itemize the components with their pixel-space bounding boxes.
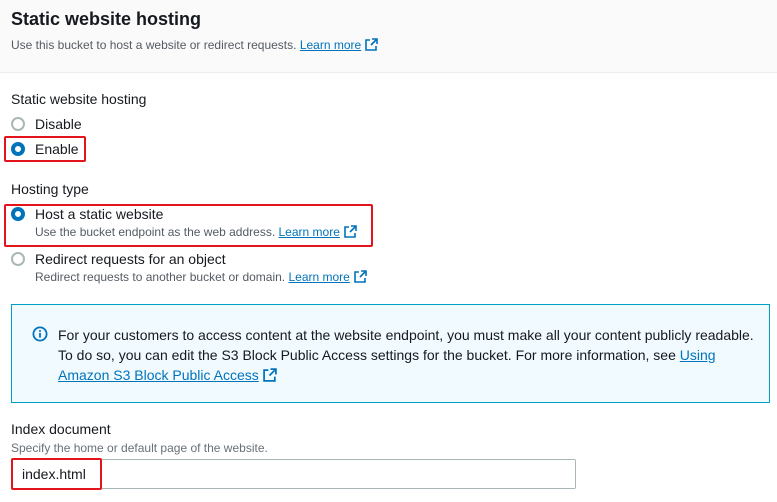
external-link-icon <box>262 368 277 382</box>
radio-button-checked[interactable] <box>11 142 25 156</box>
radio-label-redirect: Redirect requests for an object <box>35 251 226 267</box>
panel-header: Static website hosting Use this bucket t… <box>0 0 777 73</box>
radio-enable[interactable]: Enable <box>11 138 79 160</box>
info-alert: For your customers to access content at … <box>11 304 770 403</box>
radio-button-checked[interactable] <box>11 207 25 221</box>
external-link-icon <box>365 38 378 51</box>
page-title: Static website hosting <box>11 9 202 29</box>
hosting-label: Static website hosting <box>11 91 147 107</box>
external-link-icon <box>344 225 357 238</box>
index-document-description: Specify the home or default page of the … <box>11 441 268 455</box>
page-subtitle: Use this bucket to host a website or red… <box>11 38 378 52</box>
hosting-type-label: Hosting type <box>11 181 89 197</box>
radio-button[interactable] <box>11 117 25 131</box>
radio-label-host-static: Host a static website <box>35 206 164 222</box>
info-icon <box>32 326 48 342</box>
radio-label-disable: Disable <box>35 116 82 132</box>
external-link-icon <box>354 270 367 283</box>
radio-button[interactable] <box>11 252 25 266</box>
index-document-input[interactable] <box>11 459 576 489</box>
radio-disable[interactable]: Disable <box>11 113 82 135</box>
learn-more-link[interactable]: Learn more <box>279 225 357 239</box>
redirect-description: Redirect requests to another bucket or d… <box>35 270 367 284</box>
index-document-label: Index document <box>11 421 111 437</box>
learn-more-link[interactable]: Learn more <box>300 38 378 52</box>
radio-redirect[interactable]: Redirect requests for an object <box>11 248 226 270</box>
host-static-description: Use the bucket endpoint as the web addre… <box>35 225 357 239</box>
radio-label-enable: Enable <box>35 141 79 157</box>
learn-more-link[interactable]: Learn more <box>288 270 367 284</box>
subtitle-text: Use this bucket to host a website or red… <box>11 38 297 52</box>
info-text: For your customers to access content at … <box>58 327 754 383</box>
radio-host-static[interactable]: Host a static website <box>11 203 163 225</box>
